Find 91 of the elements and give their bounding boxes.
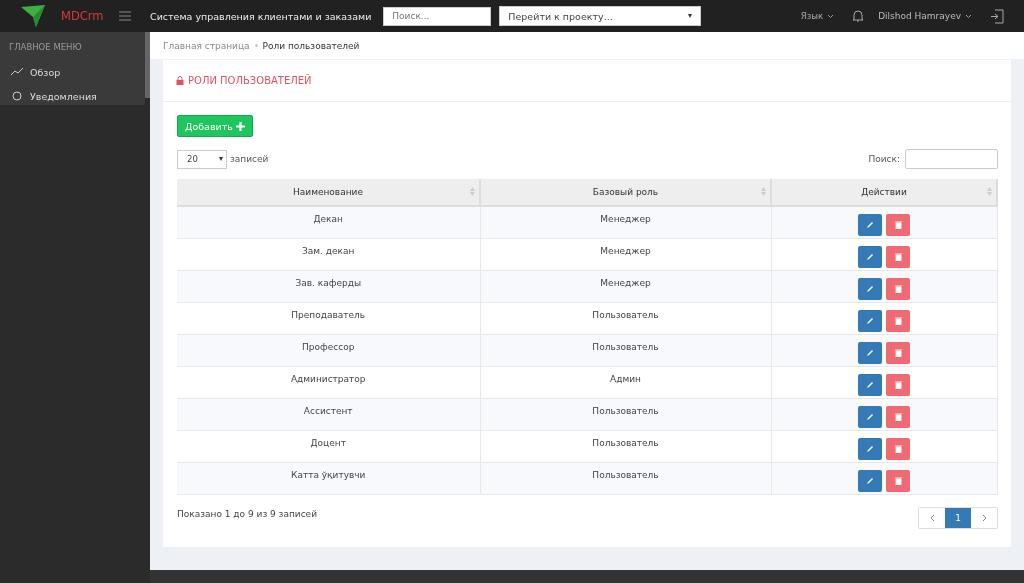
chevron-down-icon [965,13,972,19]
sidebar-item[interactable]: Уведомления [0,84,145,105]
table-cell: Менеджер [480,270,771,302]
trash-icon [894,284,902,293]
chevron-left-icon [929,513,935,522]
table-cell: Профессор [177,334,480,366]
page-size-label: записей [230,154,269,164]
breadcrumb-item[interactable]: Главная страница [163,40,250,51]
table-cell: Администратор [177,366,480,398]
delete-button[interactable] [886,469,910,492]
delete-button[interactable] [886,405,910,428]
sidebar-heading: ГЛАВНОЕ МЕНЮ [8,41,83,54]
table-cell: Катта ўқитувчи [177,462,480,494]
table-cell: Декан [177,206,480,238]
table-info: Показано 1 до 9 из 9 записей [177,508,317,519]
dropdown-icon [688,14,693,18]
pencil-icon [866,476,874,485]
table-cell: Пользователь [480,302,771,334]
chevron-right-icon [981,513,987,522]
edit-button[interactable] [858,214,882,236]
pencil-icon [866,252,874,261]
edit-button[interactable] [858,405,882,428]
table-cell: Ассистент [177,398,480,430]
table-cell: Пользователь [480,398,771,430]
logout-icon[interactable] [990,8,1004,24]
card-title: РОЛИ ПОЛЬЗОВАТЕЛЕЙ [188,75,312,86]
table-cell: Пользователь [480,334,771,366]
trash-icon [894,221,902,229]
trash-icon [894,380,902,389]
trash-icon [894,444,902,453]
scrollbar[interactable] [145,32,150,98]
search-field[interactable]: Поиск... [383,6,492,26]
page-size-select[interactable]: 20 [177,149,227,169]
pencil-icon [866,380,874,389]
separator-icon [254,44,258,47]
sort-icon [761,187,766,196]
pencil-icon [866,316,874,325]
table-cell: Менеджер [480,206,771,238]
table-search-field[interactable] [905,149,998,169]
page-button[interactable]: 1 [945,507,971,528]
pencil-icon [866,412,874,421]
table-cell: Зам. декан [177,238,480,270]
search-label: Поиск: [868,154,900,164]
edit-button[interactable] [858,277,882,300]
delete-button[interactable] [886,245,910,268]
delete-button[interactable] [886,277,910,300]
app-title: Система управления клиентами и заказами [150,10,372,22]
table-cell: Менеджер [480,238,771,270]
project-select[interactable]: Перейти к проекту... [499,6,702,26]
breadcrumb-item: Роли пользователей [262,40,360,51]
table-cell: Админ [480,366,771,398]
lock-icon [176,76,184,85]
trash-icon [894,348,902,357]
brand-name: MDCrm [61,9,104,23]
delete-button[interactable] [886,437,910,460]
sidebar-item[interactable]: Обзор [0,60,145,84]
edit-button[interactable] [858,245,882,268]
pencil-icon [866,348,874,357]
delete-button[interactable] [886,373,910,396]
pencil-icon [866,444,874,453]
edit-button[interactable] [858,437,882,460]
trash-icon [894,316,902,325]
trash-icon [894,412,902,421]
sort-icon [470,187,475,196]
sort-icon [987,187,992,196]
table-cell: Зав. каферды [177,270,480,302]
chart-icon [11,68,23,76]
chevron-down-icon [827,13,835,19]
table-cell: Пользователь [480,430,771,462]
trash-icon [894,476,902,485]
user-menu[interactable]: Dilshod Hamrayev [878,11,972,21]
column-header[interactable]: Наименование [177,179,480,206]
delete-button[interactable] [886,214,910,236]
pencil-icon [866,284,874,293]
column-header[interactable]: Действии [771,179,997,206]
pencil-icon [866,221,874,229]
edit-button[interactable] [858,469,882,492]
logo-icon [20,4,46,28]
edit-button[interactable] [858,309,882,332]
edit-button[interactable] [858,341,882,364]
table-cell: Доцент [177,430,480,462]
menu-icon[interactable] [118,11,131,21]
language-menu[interactable]: Язык [800,11,835,21]
table-cell: Преподаватель [177,302,480,334]
table-cell: Пользователь [480,462,771,494]
edit-button[interactable] [858,373,882,396]
column-header[interactable]: Базовый роль [480,179,771,206]
delete-button[interactable] [886,309,910,332]
plus-icon [235,121,245,131]
trash-icon [894,252,902,261]
delete-button[interactable] [886,341,910,364]
